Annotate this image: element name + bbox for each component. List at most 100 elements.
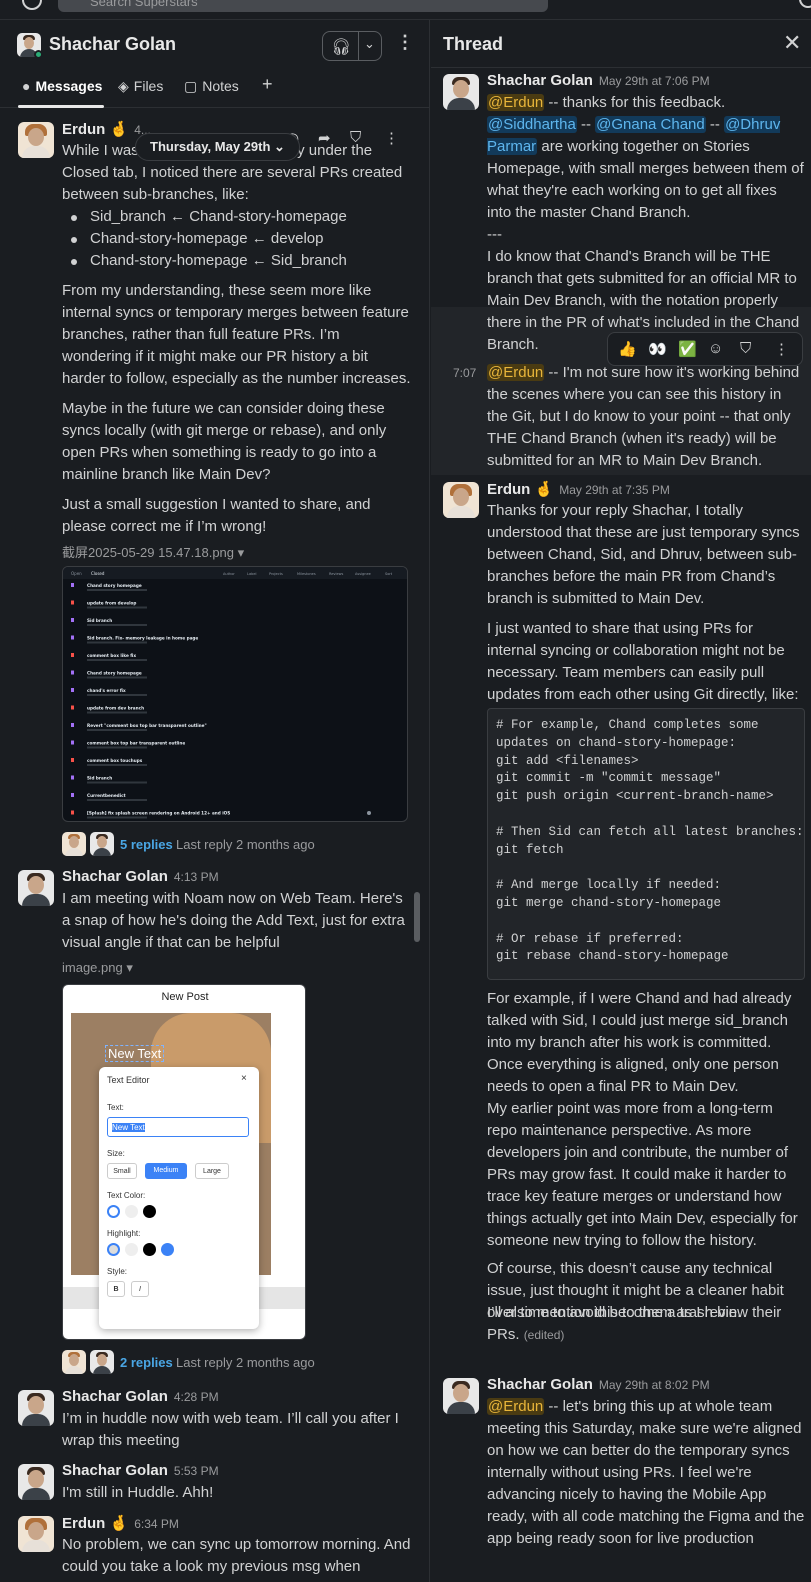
add-reaction-icon[interactable]: ☺ — [708, 340, 723, 357]
reaction-toolbar: 👍 👀 ✅ ☺ ⛉ ⋮ — [607, 332, 803, 366]
pr-status-icon — [71, 793, 74, 797]
tab-files[interactable]: ◈ Files — [118, 78, 163, 95]
message-author[interactable]: Shachar Golan May 29th at 7:06 PM — [487, 72, 710, 89]
caret-down-icon[interactable]: ▾ — [238, 545, 245, 560]
user-mention[interactable]: @Erdun — [487, 364, 545, 381]
avatar[interactable] — [18, 870, 54, 906]
huddle-button[interactable]: 🎧︎ ⌄ — [322, 31, 382, 61]
author-name: Shachar Golan — [62, 1462, 168, 1479]
user-mention[interactable]: @Erdun — [487, 1398, 545, 1415]
size-large-button[interactable]: Large — [195, 1163, 229, 1179]
check-icon[interactable]: ✅ — [678, 340, 697, 358]
more-actions-icon[interactable]: ⋮ — [774, 340, 789, 358]
message-author[interactable]: Shachar Golan 4:13 PM — [62, 868, 219, 885]
chevron-down-icon: ⌄ — [274, 139, 285, 154]
timestamp[interactable]: 7:07 — [453, 366, 476, 380]
history-icon[interactable] — [22, 0, 42, 10]
timestamp[interactable]: 4:13 PM — [174, 870, 219, 884]
canvas-text: New Text — [105, 1045, 165, 1062]
chevron-down-icon[interactable]: ⌄ — [364, 36, 375, 52]
avatar[interactable] — [443, 482, 479, 518]
timestamp[interactable]: May 29th at 7:06 PM — [599, 74, 710, 88]
pr-row-title: comment box top bar transparent outline — [87, 741, 185, 746]
thread-replies[interactable]: 5 replies Last reply 2 months ago — [62, 832, 422, 858]
file-name[interactable]: 截屏2025-05-29 15.47.18.png ▾ — [62, 542, 244, 561]
message-author[interactable]: Shachar Golan 5:53 PM — [62, 1462, 219, 1479]
highlight-swatch[interactable] — [107, 1243, 120, 1256]
pr-status-icon — [71, 583, 74, 587]
forward-icon[interactable]: ➦ — [318, 129, 331, 147]
size-small-button[interactable]: Small — [107, 1163, 137, 1179]
message-author[interactable]: Shachar Golan May 29th at 8:02 PM — [487, 1376, 710, 1393]
user-mention[interactable]: @Gnana Chand — [595, 116, 706, 133]
author-name: Erdun — [62, 1515, 106, 1532]
more-options-icon[interactable]: ⋮ — [396, 32, 414, 53]
replies-link[interactable]: 5 replies — [120, 837, 173, 852]
close-icon[interactable]: × — [241, 1073, 247, 1084]
highlight-swatch[interactable] — [125, 1243, 138, 1256]
color-swatch[interactable] — [125, 1205, 138, 1218]
tab-messages[interactable]: ● Messages — [22, 78, 102, 94]
close-icon[interactable]: ✕ — [783, 30, 801, 56]
bookmark-icon[interactable]: ⛉ — [740, 340, 751, 357]
user-mention[interactable]: @Erdun — [487, 94, 545, 111]
avatar[interactable] — [18, 1464, 54, 1500]
file-name[interactable]: image.png ▾ — [62, 960, 133, 976]
avatar[interactable] — [18, 1390, 54, 1426]
thumbs-up-icon[interactable]: 👍 — [618, 340, 637, 358]
text-input[interactable]: New Text — [107, 1117, 249, 1137]
paragraph: For example, if I were Chand and had alr… — [487, 990, 792, 1095]
italic-button[interactable]: I — [131, 1281, 149, 1297]
status-emoji: 🤞 — [109, 121, 129, 138]
bookmark-icon[interactable]: ⛉ — [350, 129, 361, 146]
message-author[interactable]: Erdun 🤞 4... — [62, 120, 151, 138]
help-icon[interactable] — [799, 0, 811, 8]
message-author[interactable]: Erdun 🤞 May 29th at 7:35 PM — [487, 480, 670, 498]
pr-row-title: Revert "comment box top bar transparent … — [87, 723, 207, 728]
thread-replies[interactable]: 2 replies Last reply 2 months ago — [62, 1350, 422, 1376]
color-swatch[interactable] — [107, 1205, 120, 1218]
avatar[interactable] — [443, 74, 479, 110]
scrollbar[interactable] — [414, 892, 420, 942]
replies-link[interactable]: 2 replies — [120, 1355, 173, 1370]
avatar[interactable] — [443, 1378, 479, 1414]
avatar[interactable] — [18, 1516, 54, 1552]
timestamp[interactable]: 4:28 PM — [174, 1390, 219, 1404]
user-mention[interactable]: @Siddhartha — [487, 116, 577, 133]
date-divider[interactable]: Thursday, May 29th ⌄ — [135, 133, 300, 161]
message-author[interactable]: Shachar Golan 4:28 PM — [62, 1388, 219, 1405]
channel-title[interactable]: Shachar Golan — [49, 34, 176, 55]
editor-image[interactable]: New Post New Text Text Editor × Text: Ne… — [62, 984, 306, 1340]
highlight-swatch[interactable] — [161, 1243, 174, 1256]
tab-notes[interactable]: ▢ Notes — [184, 78, 239, 95]
size-medium-button[interactable]: Medium — [145, 1163, 187, 1179]
message-body: I am meeting with Noam now on Web Team. … — [62, 890, 405, 951]
caret-down-icon[interactable]: ▾ — [126, 960, 133, 975]
timestamp[interactable]: May 29th at 7:35 PM — [559, 483, 670, 497]
pr-row-title: update from dev branch — [87, 706, 144, 711]
message-icon: ● — [22, 78, 31, 94]
eyes-icon[interactable]: 👀 — [648, 340, 667, 358]
more-actions-icon[interactable]: ⋮ — [384, 129, 399, 147]
pr-row-meta — [87, 606, 147, 609]
active-tab-indicator — [18, 105, 104, 108]
timestamp[interactable]: 6:34 PM — [134, 1517, 179, 1531]
screenshot-image[interactable]: Open Closed Author Label Projects Milest… — [62, 566, 408, 822]
timestamp[interactable]: May 29th at 8:02 PM — [599, 1378, 710, 1392]
list-item: Chand-story-homepage ← Sid_branch — [62, 250, 412, 272]
pr-status-icon — [71, 600, 74, 605]
paragraph: From my understanding, these seem more l… — [62, 282, 411, 387]
code-block[interactable]: # For example, Chand completes some upda… — [487, 708, 805, 980]
search-input[interactable]: Search Superstars — [58, 0, 548, 12]
bold-button[interactable]: B — [107, 1281, 125, 1297]
message-body: I’m in huddle now with web team. I’ll ca… — [62, 1410, 399, 1449]
date-label: Thursday, May 29th — [150, 139, 271, 154]
timestamp[interactable]: 5:53 PM — [174, 1464, 219, 1478]
highlight-swatch[interactable] — [143, 1243, 156, 1256]
avatar[interactable] — [18, 122, 54, 158]
message-author[interactable]: Erdun 🤞 6:34 PM — [62, 1514, 179, 1532]
dialog-title: Text Editor — [107, 1075, 150, 1085]
author-name: Erdun — [487, 481, 531, 498]
add-tab-button[interactable]: + — [262, 74, 273, 95]
color-swatch[interactable] — [143, 1205, 156, 1218]
